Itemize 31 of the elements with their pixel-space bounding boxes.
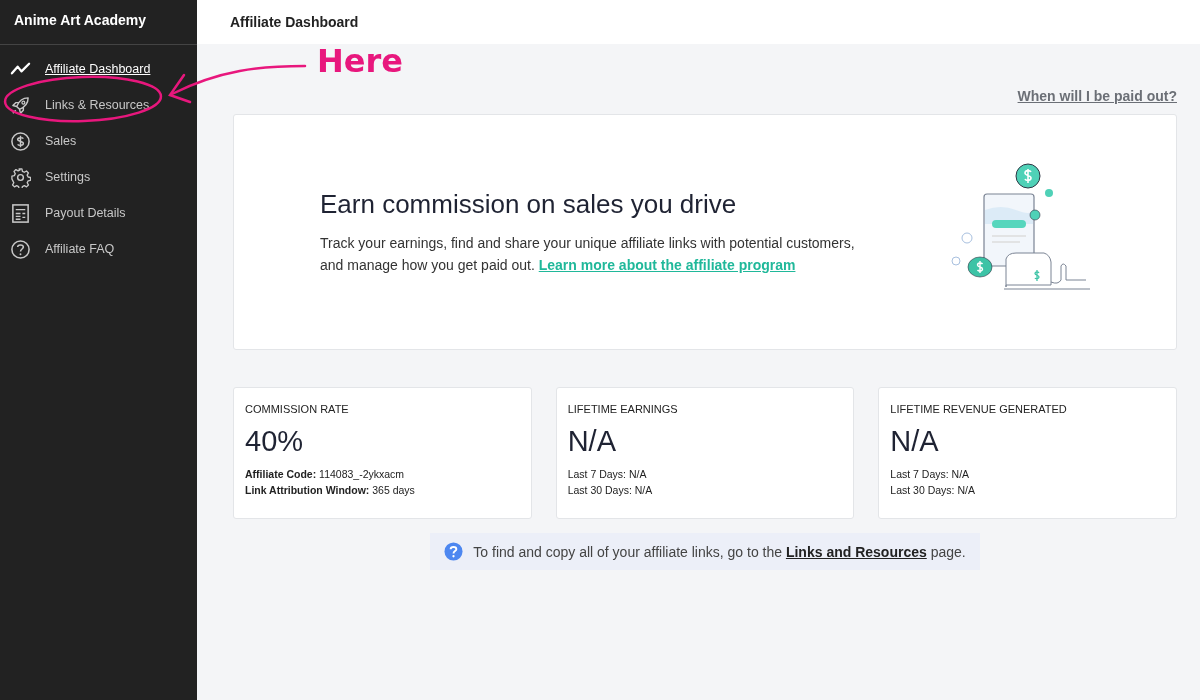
receipt-icon (10, 202, 31, 224)
intro-heading: Earn commission on sales you drive (320, 188, 738, 220)
stat-value: N/A (567, 425, 617, 458)
dollar-circle-icon (10, 130, 31, 152)
stat-detail: Last 30 Days: N/A (890, 483, 976, 498)
rocket-icon (10, 94, 31, 116)
stat-value: N/A (890, 425, 940, 458)
annotation-text: Here (317, 42, 403, 80)
stat-value: 40% (245, 425, 305, 458)
stat-label: LIFETIME EARNINGS (567, 403, 679, 415)
intro-text: Track your earnings, find and share your unique affiliate links with potential customers, and manage how you get paid out. Learn more about the affiliate program (320, 233, 856, 275)
page-title: Affiliate Dashboard (197, 0, 1200, 44)
stat-detail: Affiliate Code: 114083_-2ykxacm (245, 467, 406, 482)
info-text: To find and copy all of your affiliate links, go to the Links and Resources page. (473, 543, 966, 560)
sidebar-item[interactable]: Payout Details (0, 195, 197, 231)
help-icon (444, 542, 464, 561)
links-resources-link[interactable]: Links and Resources (785, 543, 927, 560)
gear-icon (10, 166, 31, 188)
stat-detail: Link Attribution Window: 365 days (245, 483, 416, 498)
sidebar-item[interactable]: Links & Resources (0, 87, 197, 123)
sidebar-item[interactable]: Affiliate Dashboard (0, 51, 197, 87)
stat-label: LIFETIME REVENUE GENERATED (890, 403, 1068, 415)
stat-label: COMMISSION RATE (245, 403, 350, 415)
sidebar-item[interactable]: Sales (0, 123, 197, 159)
payout-info-link[interactable]: When will I be paid out? (1017, 88, 1177, 104)
stat-detail: Last 7 Days: N/A (890, 467, 971, 482)
sidebar-item[interactable]: Settings (0, 159, 197, 195)
stat-detail: Last 30 Days: N/A (567, 483, 654, 498)
stat-detail: Last 7 Days: N/A (567, 467, 648, 482)
question-circle-icon (10, 238, 31, 260)
sidebar-item[interactable]: Affiliate FAQ (0, 231, 197, 267)
